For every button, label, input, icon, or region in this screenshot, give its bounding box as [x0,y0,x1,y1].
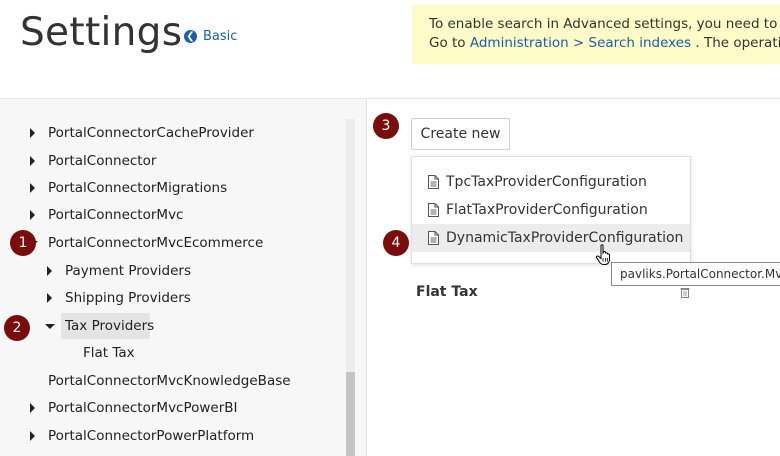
page-header: Settings ❮ Basic To enable search in Adv… [0,0,780,98]
page-title: Settings [20,10,183,55]
tree-node-label: Payment Providers [65,263,192,279]
notice-suffix: . The operatio [695,35,780,51]
expand-arrow-icon[interactable] [30,183,35,193]
step-badge-3: 3 [373,113,399,139]
tree-node-label: PortalConnectorMvcKnowledgeBase [48,373,291,389]
collapse-arrow-icon[interactable] [45,324,55,329]
document-icon [428,175,439,189]
hand-cursor-icon [595,244,610,265]
tree-node-label: PortalConnectorMvc [48,207,184,223]
tree-node-label: PortalConnectorMvcEcommerce [48,235,264,251]
arrow-left-circle-icon: ❮ [184,30,197,43]
section-label-flat-tax: Flat Tax [416,284,478,300]
tree-node-label: PortalConnectorCacheProvider [48,125,254,141]
document-icon [428,231,439,245]
search-notice-banner: To enable search in Advanced settings, y… [412,5,780,64]
expand-arrow-icon[interactable] [47,266,52,276]
dropdown-item-label: DynamicTaxProviderConfiguration [446,230,684,246]
document-icon [428,203,439,217]
search-indexes-link[interactable]: Administration > Search indexes [470,35,691,51]
expand-arrow-icon[interactable] [30,431,35,441]
expand-arrow-icon[interactable] [30,403,35,413]
tree-node-label: PortalConnector [48,153,157,169]
tree-node-label: Shipping Providers [65,290,191,306]
tree-node-label: Flat Tax [83,345,135,361]
tree-node-label: PortalConnectorMvcPowerBI [48,400,238,416]
tree-scrollbar-thumb[interactable] [346,372,355,456]
step-badge-4: 4 [383,230,409,256]
basic-settings-link[interactable]: ❮ Basic [184,29,237,44]
notice-line-2: Go to Administration > Search indexes . … [429,34,780,53]
expand-arrow-icon[interactable] [30,156,35,166]
dropdown-item-label: FlatTaxProviderConfiguration [446,202,648,218]
create-new-dropdown: TpcTaxProviderConfiguration FlatTaxProvi… [411,156,691,264]
expand-arrow-icon[interactable] [47,293,52,303]
tree-node-label: Tax Providers [65,318,155,334]
notice-prefix: Go to [429,35,470,51]
basic-link-label: Basic [203,29,238,44]
create-new-button[interactable]: Create new [411,118,510,150]
dropdown-item-label: TpcTaxProviderConfiguration [446,174,647,190]
notice-line-1: To enable search in Advanced settings, y… [429,16,780,32]
trash-icon[interactable] [680,287,690,298]
dropdown-item-flat[interactable]: FlatTaxProviderConfiguration [412,196,690,224]
step-badge-1: 1 [10,230,36,256]
dropdown-item-tpc[interactable]: TpcTaxProviderConfiguration [412,168,690,196]
dropdown-item-tooltip: pavliks.PortalConnector.Mvc [611,262,780,286]
tree-node-label: PortalConnectorMigrations [48,180,228,196]
expand-arrow-icon[interactable] [30,210,35,220]
dropdown-item-dynamic[interactable]: DynamicTaxProviderConfiguration [412,224,690,252]
pane-divider [366,99,367,456]
expand-arrow-icon[interactable] [30,128,35,138]
tree-node-label: PortalConnectorPowerPlatform [48,428,255,444]
step-badge-2: 2 [4,315,30,341]
